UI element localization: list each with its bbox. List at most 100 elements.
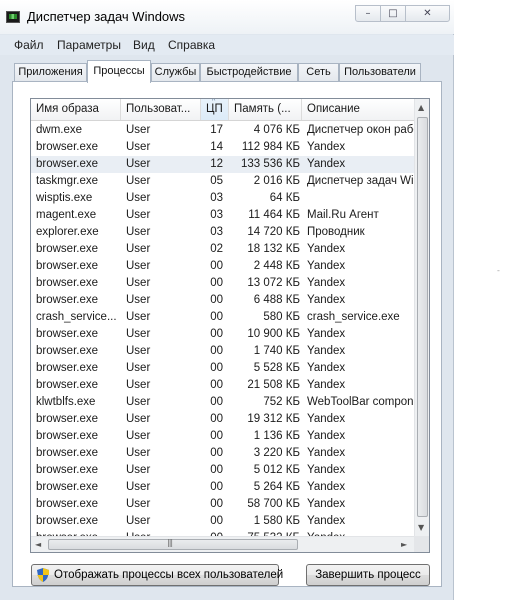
process-cpu: 02 — [210, 243, 223, 255]
show-all-users-button[interactable]: Отображать процессы всех пользователей — [31, 564, 283, 586]
process-user: User — [126, 243, 151, 255]
horizontal-scroll-thumb[interactable]: ||| — [48, 538, 298, 550]
table-row[interactable]: dwm.exe User 17 4 076 КБ Диспетчер окон рабо — [31, 122, 414, 139]
process-memory: 1 740 КБ — [253, 345, 300, 357]
table-row[interactable]: browser.exe User 02 18 132 КБ Yandex — [31, 241, 414, 258]
process-memory: 13 072 КБ — [247, 277, 300, 289]
process-memory: 112 984 КБ — [241, 141, 300, 153]
uac-shield-icon — [37, 568, 49, 582]
table-row[interactable]: browser.exe User 00 3 220 КБ Yandex — [31, 445, 414, 462]
title-bar[interactable]: Диспетчер задач Windows – □ ✕ — [0, 0, 454, 34]
table-row[interactable]: crash_service... User 00 580 КБ crash_servic… — [31, 309, 414, 326]
process-name: browser.exe — [36, 158, 99, 170]
process-name: klwtblfs.exe — [36, 396, 96, 408]
process-name: browser.exe — [36, 294, 99, 306]
menu-file[interactable]: Файл — [14, 38, 44, 52]
process-cpu: 00 — [210, 498, 223, 510]
process-cpu: 00 — [210, 294, 223, 306]
table-row[interactable]: klwtblfs.exe User 00 752 КБ WebToolBar compo… — [31, 394, 414, 411]
table-row[interactable]: browser.exe User 00 58 700 КБ Yandex — [31, 496, 414, 513]
task-manager-window: Диспетчер задач Windows – □ ✕ Файл Парам… — [0, 0, 454, 600]
table-row[interactable]: browser.exe User 00 5 012 КБ Yandex — [31, 462, 414, 479]
process-user: User — [126, 277, 151, 289]
process-memory: 64 КБ — [269, 192, 300, 204]
process-user: User — [126, 311, 151, 323]
process-user: User — [126, 124, 151, 136]
column-header-cpu[interactable]: ^ ЦП — [201, 99, 229, 120]
table-row[interactable]: browser.exe User 00 10 900 КБ Yandex — [31, 326, 414, 343]
table-row[interactable]: browser.exe User 00 13 072 КБ Yandex — [31, 275, 414, 292]
horizontal-scrollbar[interactable]: ◄ ||| ► — [31, 536, 414, 552]
process-description: Yandex — [307, 498, 346, 510]
end-process-button[interactable]: Завершить процесс — [306, 564, 430, 586]
process-description — [307, 190, 414, 207]
process-user: User — [126, 345, 151, 357]
menu-view[interactable]: Вид — [133, 38, 155, 52]
process-cpu: 14 — [210, 141, 223, 153]
minimize-button[interactable]: – — [355, 5, 381, 22]
scroll-left-icon[interactable]: ◄ — [35, 540, 41, 550]
column-header-name[interactable]: Имя образа — [31, 99, 121, 120]
process-name: browser.exe — [36, 379, 99, 391]
table-row[interactable]: browser.exe User 00 19 312 КБ Yandex — [31, 411, 414, 428]
process-cpu: 00 — [210, 430, 223, 442]
process-name: magent.exe — [36, 209, 97, 221]
process-description: Yandex — [307, 243, 346, 255]
maximize-button[interactable]: □ — [380, 5, 406, 22]
table-row[interactable]: browser.exe User 14 112 984 КБ Yandex — [31, 139, 414, 156]
process-user: User — [126, 498, 151, 510]
process-memory: 1 136 КБ — [253, 430, 300, 442]
stray-mark: - — [497, 266, 500, 275]
process-user: User — [126, 464, 151, 476]
table-row[interactable]: browser.exe User 00 5 264 КБ Yandex — [31, 479, 414, 496]
table-row[interactable]: browser.exe User 00 2 448 КБ Yandex — [31, 258, 414, 275]
table-row[interactable]: browser.exe User 00 5 528 КБ Yandex — [31, 360, 414, 377]
process-cpu: 05 — [210, 175, 223, 187]
menu-options[interactable]: Параметры — [57, 38, 121, 52]
tab-services[interactable]: Службы — [151, 63, 200, 82]
process-description: Yandex — [307, 362, 346, 374]
table-row[interactable]: browser.exe User 00 6 488 КБ Yandex — [31, 292, 414, 309]
process-name: browser.exe — [36, 430, 99, 442]
tab-performance[interactable]: Быстродействие — [200, 63, 298, 82]
vertical-scrollbar[interactable]: ▲ ▼ — [414, 99, 429, 536]
process-description: Диспетчер окон рабо — [307, 124, 414, 136]
close-button[interactable]: ✕ — [405, 5, 450, 22]
menu-help[interactable]: Справка — [168, 38, 215, 52]
table-row[interactable]: browser.exe User 12 133 536 КБ Yandex — [31, 156, 414, 173]
process-cpu: 00 — [210, 260, 223, 272]
process-cpu: 00 — [210, 413, 223, 425]
scroll-down-icon[interactable]: ▼ — [418, 523, 424, 533]
tab-processes[interactable]: Процессы — [87, 60, 151, 83]
process-cpu: 00 — [210, 396, 223, 408]
process-memory: 1 580 КБ — [253, 515, 300, 527]
table-row[interactable]: explorer.exe User 03 14 720 КБ Проводник — [31, 224, 414, 241]
vertical-scroll-thumb[interactable] — [417, 117, 428, 517]
process-user: User — [126, 362, 151, 374]
tab-users[interactable]: Пользователи — [339, 63, 421, 82]
process-user: User — [126, 141, 151, 153]
column-header-memory[interactable]: Память (... — [229, 99, 302, 120]
process-name: browser.exe — [36, 362, 99, 374]
process-cpu: 00 — [210, 345, 223, 357]
scroll-up-icon[interactable]: ▲ — [418, 103, 424, 113]
process-list[interactable]: Имя образа Пользоват... ^ ЦП Память (...… — [30, 98, 430, 553]
table-row[interactable]: browser.exe User 00 21 508 КБ Yandex — [31, 377, 414, 394]
process-name: browser.exe — [36, 464, 99, 476]
tab-applications[interactable]: Приложения — [14, 63, 87, 82]
process-description: Yandex — [307, 447, 346, 459]
process-description: crash_service.exe — [307, 311, 400, 323]
column-header-description[interactable]: Описание — [302, 99, 414, 120]
column-header-user[interactable]: Пользоват... — [121, 99, 201, 120]
table-row[interactable]: browser.exe User 00 1 740 КБ Yandex — [31, 343, 414, 360]
process-user: User — [126, 260, 151, 272]
table-row[interactable]: magent.exe User 03 11 464 КБ Mail.Ru Агент — [31, 207, 414, 224]
process-user: User — [126, 413, 151, 425]
table-row[interactable]: browser.exe User 00 1 580 КБ Yandex — [31, 513, 414, 530]
table-row[interactable]: taskmgr.exe User 05 2 016 КБ Диспетчер задач… — [31, 173, 414, 190]
table-row[interactable]: browser.exe User 00 1 136 КБ Yandex — [31, 428, 414, 445]
scroll-right-icon[interactable]: ► — [401, 540, 407, 550]
table-row[interactable]: wisptis.exe User 03 64 КБ — [31, 190, 414, 207]
process-cpu: 03 — [210, 226, 223, 238]
tab-network[interactable]: Сеть — [298, 63, 339, 82]
